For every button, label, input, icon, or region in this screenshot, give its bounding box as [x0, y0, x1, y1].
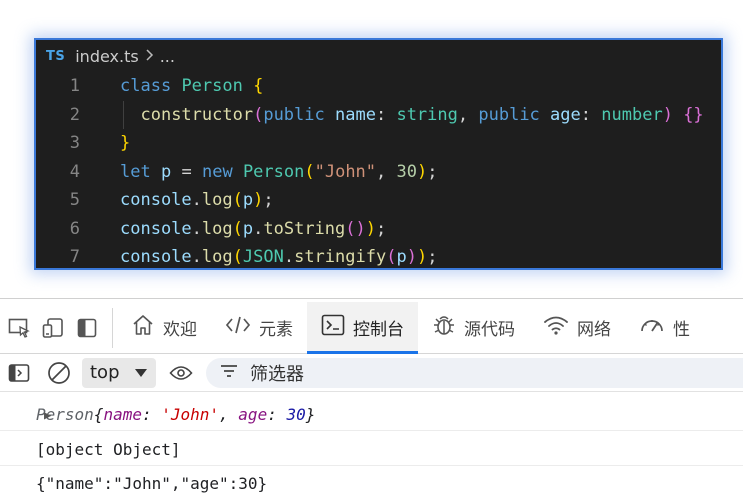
- console-message-tostring: [object Object]: [0, 434, 743, 466]
- breadcrumb-file-name[interactable]: index.ts: [75, 47, 138, 66]
- code-line: 5 console.log(p);: [36, 186, 721, 215]
- code-line: 3 }: [36, 129, 721, 158]
- toggle-sidebar-icon[interactable]: [74, 315, 100, 341]
- gauge-icon: [639, 314, 665, 341]
- code-line: 2 constructor(public name: string, publi…: [36, 100, 721, 129]
- panel-divider[interactable]: [0, 298, 743, 299]
- console-icon: [321, 314, 345, 341]
- editor-breadcrumb: TS index.ts ...: [36, 40, 721, 72]
- live-expression-eye-icon[interactable]: [168, 360, 194, 386]
- console-toolbar: top 筛选器: [0, 354, 743, 392]
- line-number: 2: [69, 104, 80, 125]
- devtools-tabbar: 欢迎 元素 控制台 源代码 网络 性: [0, 302, 743, 354]
- caret-down-icon: [134, 362, 148, 383]
- filter-placeholder: 筛选器: [250, 363, 304, 385]
- tab-sources[interactable]: 源代码: [418, 302, 529, 353]
- tab-performance[interactable]: 性: [625, 302, 690, 353]
- wifi-icon: [543, 315, 569, 340]
- code-editor-snippet: TS index.ts ... 1 class Person { 2 const…: [34, 38, 723, 270]
- code-line: 4 let p = new Person("John", 30);: [36, 158, 721, 187]
- filter-input[interactable]: 筛选器: [206, 357, 743, 388]
- context-selector-value: top: [90, 362, 120, 383]
- context-selector[interactable]: top: [82, 357, 156, 388]
- clear-console-icon[interactable]: [46, 360, 72, 386]
- code-lines: 1 class Person { 2 constructor(public na…: [36, 72, 721, 268]
- line-number: 6: [69, 218, 80, 239]
- code-line: 1 class Person {: [36, 72, 721, 101]
- bug-icon: [432, 313, 456, 342]
- code-line: 6 console.log(p.toString());: [36, 215, 721, 244]
- filter-lines-icon: [220, 362, 238, 383]
- tab-elements[interactable]: 元素: [211, 302, 307, 353]
- line-number: 3: [69, 133, 80, 153]
- code-tag-icon: [225, 314, 251, 341]
- line-number: 5: [69, 190, 80, 210]
- line-number: 4: [69, 161, 80, 182]
- inspect-element-icon[interactable]: [6, 315, 32, 341]
- tab-console[interactable]: 控制台: [307, 302, 418, 354]
- home-icon: [131, 313, 155, 342]
- typescript-file-icon: TS: [46, 48, 66, 64]
- tab-welcome[interactable]: 欢迎: [117, 302, 211, 353]
- show-console-sidebar-icon[interactable]: [6, 360, 32, 386]
- tab-network[interactable]: 网络: [529, 302, 625, 353]
- line-number: 7: [69, 247, 80, 267]
- expand-triangle-icon[interactable]: ▶: [44, 408, 51, 422]
- device-emulation-icon[interactable]: [40, 315, 66, 341]
- breadcrumb-more[interactable]: ...: [160, 47, 175, 66]
- chevron-right-icon: [145, 47, 154, 66]
- console-message-object[interactable]: ▶ Person {name: 'John', age: 30}: [0, 399, 743, 431]
- console-message-json: {"name":"John","age":30}: [36, 473, 268, 493]
- line-number: 1: [69, 76, 80, 96]
- code-line: 7 console.log(JSON.stringify(p));: [36, 243, 721, 268]
